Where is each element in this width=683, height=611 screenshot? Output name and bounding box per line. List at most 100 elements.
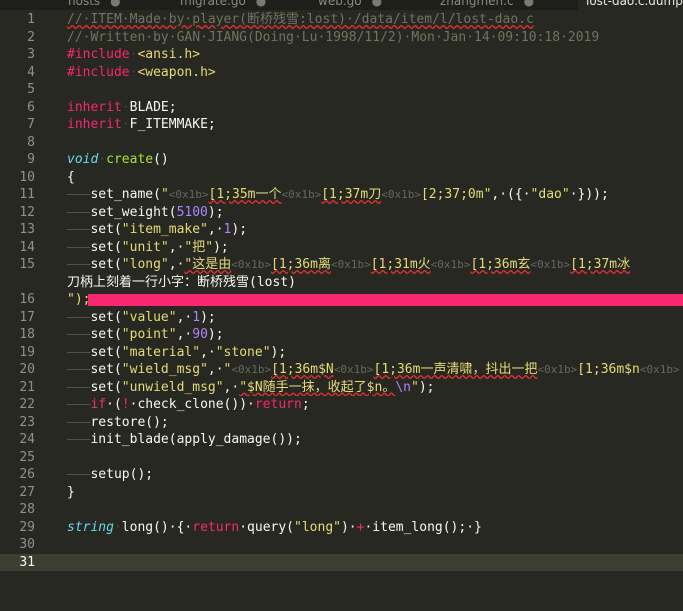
code-token: 刀柄上刻着一行小字：断桥残雪(lost) bbox=[67, 274, 296, 290]
code-line[interactable]: 30 bbox=[0, 536, 683, 554]
code-text: string·long()·{·return·query("long")·+·i… bbox=[67, 519, 482, 537]
code-token: set_weight( bbox=[90, 204, 177, 220]
code-line[interactable]: 5 bbox=[0, 81, 683, 99]
code-line[interactable]: 6 inherit·BLADE; bbox=[0, 99, 683, 117]
code-token: ·check_clone())· bbox=[129, 397, 255, 412]
tab-hosts[interactable]: hosts ● bbox=[60, 0, 129, 10]
code-line[interactable]: 31 bbox=[0, 553, 683, 571]
line-number: 16 bbox=[19, 292, 35, 307]
tab-zhangmen-c[interactable]: zhangmen.c ● bbox=[432, 0, 542, 10]
code-token: 1 bbox=[192, 309, 201, 325]
code-token: ——— bbox=[67, 239, 91, 255]
code-token: <0x1b> bbox=[537, 363, 578, 376]
code-text: ———restore(); bbox=[67, 414, 169, 432]
code-token: "); bbox=[67, 292, 91, 307]
code-line[interactable]: 16 "); bbox=[0, 291, 683, 309]
code-token: "$N随手一抹，收起了$n。 bbox=[239, 379, 396, 395]
code-token: [1;36m$N bbox=[271, 362, 334, 377]
code-line[interactable]: 28 bbox=[0, 501, 683, 519]
code-text: ———set("unit",·"把"); bbox=[67, 239, 229, 257]
code-token: ——— bbox=[67, 432, 91, 447]
code-line[interactable]: 17 ———set("value",·1); bbox=[0, 309, 683, 327]
code-token: //·Written·by·GAN·JIANG(Doing·Lu·1998/11… bbox=[67, 29, 600, 45]
code-token: "unit" bbox=[121, 239, 169, 255]
code-token: ); bbox=[270, 344, 287, 360]
line-number: 7 bbox=[27, 117, 35, 132]
code-token: " bbox=[411, 379, 419, 395]
code-text: { bbox=[67, 169, 75, 187]
close-icon[interactable]: ● bbox=[110, 0, 120, 8]
line-number: 10 bbox=[19, 169, 35, 185]
error-highlight bbox=[88, 294, 683, 306]
code-token: ——— bbox=[67, 362, 91, 377]
code-line[interactable]: 26 ———setup(); bbox=[0, 466, 683, 484]
line-number: 31 bbox=[19, 554, 35, 570]
code-line[interactable]: 29 string·long()·{·return·query("long")·+… bbox=[0, 519, 683, 537]
code-line[interactable]: 18 ———set("point",·90); bbox=[0, 326, 683, 344]
code-token: () bbox=[153, 152, 169, 167]
code-line[interactable]: 15 ———set("long",·"这是由<0x1b>[1;36m离<0x1b>… bbox=[0, 256, 683, 274]
code-token: set( bbox=[90, 327, 122, 342]
code-line[interactable]: 8 bbox=[0, 134, 683, 152]
code-token: <weapon.h> bbox=[137, 64, 216, 80]
line-number: 23 bbox=[19, 414, 35, 430]
code-line[interactable]: 24 ———init_blade(apply_damage()); bbox=[0, 431, 683, 449]
code-text: 刀柄上刻着一行小字：断桥残雪(lost) bbox=[67, 274, 296, 292]
code-line[interactable]: 22 ———if·(!·check_clone())·return; bbox=[0, 396, 683, 414]
code-line[interactable]: 刀柄上刻着一行小字：断桥残雪(lost) bbox=[0, 274, 683, 292]
code-line[interactable]: 11 ———set_name("<0x1b>[1;35m一个<0x1b>[1;37… bbox=[0, 186, 683, 204]
code-line[interactable]: 10 { bbox=[0, 169, 683, 187]
code-token: <0x1b> bbox=[281, 188, 322, 201]
code-token: ,· bbox=[207, 222, 224, 237]
code-line[interactable]: 13 ———set("item_make",·1); bbox=[0, 221, 683, 239]
code-token: ,· bbox=[168, 257, 185, 272]
tab-migrate-go[interactable]: migrate.go ● bbox=[172, 0, 274, 10]
code-line[interactable]: 27} bbox=[0, 484, 683, 502]
code-line[interactable]: 9 void·create() bbox=[0, 151, 683, 169]
code-token: create bbox=[106, 152, 154, 167]
code-line[interactable]: 23 ———restore(); bbox=[0, 414, 683, 432]
line-number: 20 bbox=[19, 362, 35, 377]
code-token: [1;37m刀 bbox=[321, 187, 382, 202]
code-token: ,·({· bbox=[491, 187, 531, 202]
code-line[interactable]: 3 #include·<ansi.h> bbox=[0, 46, 683, 64]
tab-label: migrate.go bbox=[180, 0, 246, 8]
close-icon[interactable]: ● bbox=[372, 0, 382, 8]
code-token: [1;36m离 bbox=[271, 257, 331, 272]
code-line[interactable]: 21 ———set("unwield_msg",·"$N随手一抹，收起了$n。\n… bbox=[0, 379, 683, 397]
code-text: } bbox=[67, 484, 75, 502]
code-line[interactable]: 12 ———set_weight(5100); bbox=[0, 204, 683, 222]
code-token: <0x1b> bbox=[231, 258, 271, 271]
code-line[interactable]: 1 //·ITEM·Made·by·player(断桥残雪:lost)·/data… bbox=[0, 11, 683, 29]
code-line[interactable]: 25 bbox=[0, 449, 683, 467]
close-icon[interactable]: ● bbox=[256, 0, 266, 8]
code-token: [1;35m一个 bbox=[208, 187, 282, 202]
code-line[interactable]: 4 #include·<weapon.h> bbox=[0, 64, 683, 82]
tab-web-go[interactable]: web.go ● bbox=[310, 0, 390, 10]
code-line[interactable]: 14 ———set("unit",·"把"); bbox=[0, 239, 683, 257]
line-number: 18 bbox=[19, 327, 35, 342]
code-line[interactable]: 20 ———set("wield_msg",·"<0x1b>[1;36m$N<0x… bbox=[0, 361, 683, 379]
code-token: · bbox=[113, 519, 122, 535]
code-text: "); bbox=[67, 291, 90, 309]
code-line[interactable]: 7 inherit·F_ITEMMAKE; bbox=[0, 116, 683, 134]
close-icon[interactable]: ● bbox=[524, 0, 534, 8]
code-token: inherit bbox=[67, 99, 122, 115]
code-token: " bbox=[160, 187, 169, 202]
code-token: "value" bbox=[121, 309, 177, 325]
code-token: ·})); bbox=[569, 187, 609, 202]
code-line[interactable]: 19 ———set("material",·"stone"); bbox=[0, 344, 683, 362]
code-token: ); bbox=[418, 379, 435, 395]
code-token: \n bbox=[395, 379, 411, 395]
code-token: ); bbox=[213, 239, 229, 255]
code-token: ——— bbox=[67, 187, 91, 202]
code-token: //·ITEM·Made·by·player(断桥残雪:lost)·/data/… bbox=[67, 12, 534, 27]
line-number: 2 bbox=[27, 29, 35, 45]
line-number: 13 bbox=[19, 222, 35, 237]
code-token: ); bbox=[207, 327, 224, 342]
code-token: "material" bbox=[121, 344, 201, 360]
code-editor[interactable]: 1 //·ITEM·Made·by·player(断桥残雪:lost)·/data… bbox=[0, 11, 683, 611]
line-number: 4 bbox=[27, 64, 35, 80]
code-line[interactable]: 2 //·Written·by·GAN·JIANG(Doing·Lu·1998/1… bbox=[0, 29, 683, 47]
tab-lost-dao-c-dump[interactable]: lost-dao.c.dump bbox=[578, 0, 683, 10]
